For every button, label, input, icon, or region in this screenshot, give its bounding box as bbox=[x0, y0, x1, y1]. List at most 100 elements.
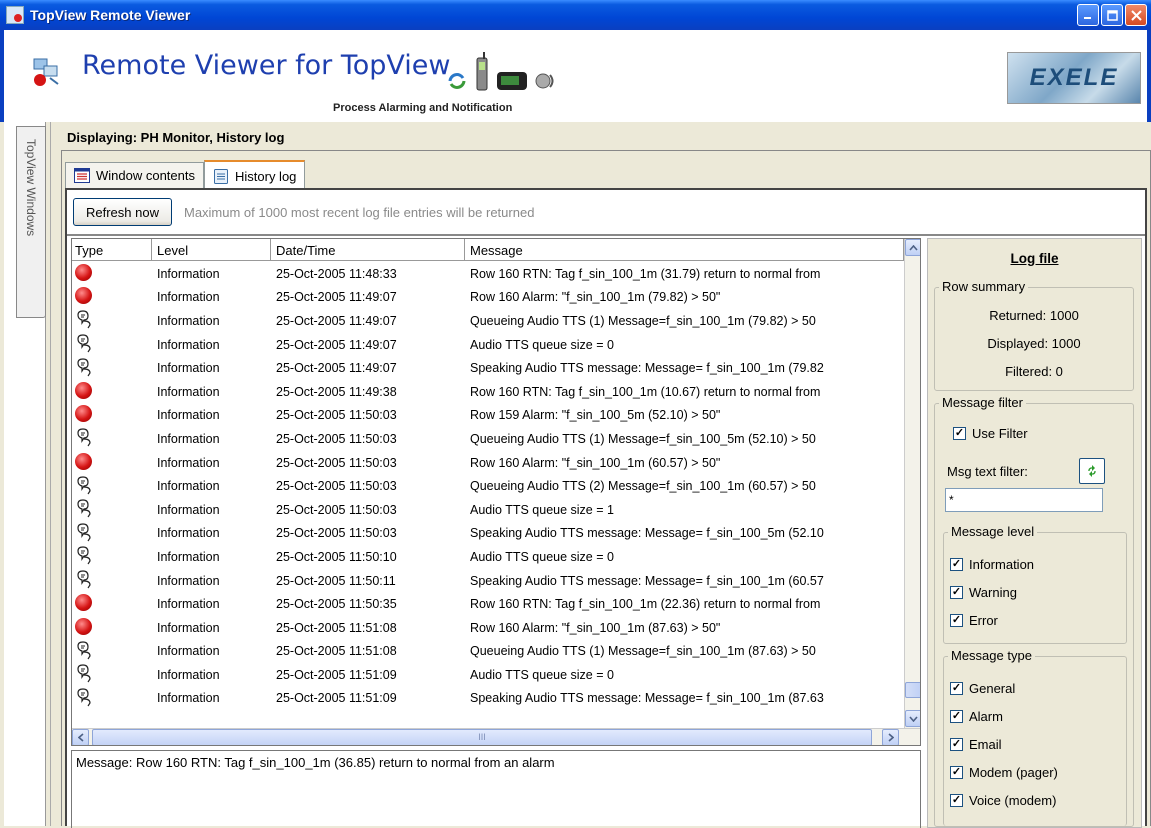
scroll-down-button[interactable] bbox=[905, 710, 920, 727]
chevron-left-icon bbox=[77, 733, 84, 742]
message-cell: Row 160 RTN: Tag f_sin_100_1m (10.67) re… bbox=[470, 384, 821, 399]
type-email-check-icon: ✓ bbox=[950, 738, 963, 751]
message-cell: Row 160 Alarm: "f_sin_100_1m (87.63) > 5… bbox=[470, 620, 721, 635]
table-row[interactable]: Information 25-Oct-2005 11:49:07 Queueing … bbox=[72, 309, 904, 333]
horizontal-scrollbar[interactable]: III bbox=[72, 728, 920, 745]
table-row[interactable]: Information 25-Oct-2005 11:50:03 Queueing … bbox=[72, 427, 904, 451]
apply-filter-button[interactable] bbox=[1079, 458, 1105, 484]
table-row[interactable]: Information 25-Oct-2005 11:50:03 Audio TTS… bbox=[72, 498, 904, 522]
table-row[interactable]: Information 25-Oct-2005 11:51:08 Row 160 A… bbox=[72, 616, 904, 640]
main-area: Displaying: PH Monitor, History log Wind… bbox=[50, 122, 1151, 828]
device-icons bbox=[446, 52, 556, 92]
level-cell: Information bbox=[157, 455, 220, 470]
level-cell: Information bbox=[157, 502, 220, 517]
datetime-cell: 25-Oct-2005 11:51:08 bbox=[276, 620, 397, 635]
type-modem-pager-checkbox[interactable]: ✓ Modem (pager) bbox=[950, 765, 1058, 780]
type-general-checkbox[interactable]: ✓ General bbox=[950, 681, 1015, 696]
type-general-label: General bbox=[969, 681, 1016, 696]
level-warning-check-icon: ✓ bbox=[950, 586, 963, 599]
table-row[interactable]: Information 25-Oct-2005 11:50:10 Audio TTS… bbox=[72, 545, 904, 569]
vertical-scroll-thumb[interactable] bbox=[905, 682, 920, 698]
level-error-checkbox[interactable]: ✓ Error bbox=[950, 613, 998, 628]
log-file-title: Log file bbox=[1010, 251, 1059, 266]
scroll-grip: III bbox=[478, 732, 486, 742]
banner-subtitle: Process Alarming and Notification bbox=[333, 102, 513, 114]
message-level-legend: Message level bbox=[948, 524, 1038, 539]
pager-icon bbox=[497, 72, 527, 90]
table-row[interactable]: Information 25-Oct-2005 11:49:07 Audio TTS… bbox=[72, 333, 904, 357]
type-voice-modem-check-icon: ✓ bbox=[950, 794, 963, 807]
message-cell: Audio TTS queue size = 1 bbox=[470, 502, 614, 517]
voice-message-icon bbox=[77, 310, 91, 329]
returned-count: Returned: 1000 bbox=[989, 308, 1079, 323]
alarm-icon bbox=[75, 617, 92, 635]
max-entries-hint: Maximum of 1000 most recent log file ent… bbox=[183, 204, 535, 220]
column-header-level[interactable]: Level bbox=[152, 239, 271, 261]
scroll-left-button[interactable] bbox=[72, 729, 89, 745]
maximize-button[interactable] bbox=[1101, 4, 1123, 26]
close-button[interactable] bbox=[1125, 4, 1147, 26]
table-row[interactable]: Information 25-Oct-2005 11:51:09 Audio TTS… bbox=[72, 663, 904, 687]
type-alarm-checkbox[interactable]: ✓ Alarm bbox=[950, 709, 1003, 724]
type-cell bbox=[72, 569, 152, 592]
refresh-now-button[interactable]: Refresh now bbox=[73, 198, 172, 226]
table-row[interactable]: Information 25-Oct-2005 11:49:07 Row 160 A… bbox=[72, 286, 904, 310]
table-row[interactable]: Information 25-Oct-2005 11:50:03 Row 159 A… bbox=[72, 404, 904, 428]
datetime-cell: 25-Oct-2005 11:50:03 bbox=[276, 431, 397, 446]
table-row[interactable]: Information 25-Oct-2005 11:49:38 Row 160 R… bbox=[72, 380, 904, 404]
level-cell: Information bbox=[157, 313, 220, 328]
datetime-cell: 25-Oct-2005 11:50:11 bbox=[276, 573, 396, 588]
message-level-group: Message level ✓ Information ✓ Warning ✓ … bbox=[943, 524, 1127, 644]
table-row[interactable]: Information 25-Oct-2005 11:49:07 Speaking … bbox=[72, 356, 904, 380]
message-filter-legend: Message filter bbox=[939, 395, 1026, 410]
message-cell: Row 160 Alarm: "f_sin_100_1m (79.82) > 5… bbox=[470, 290, 721, 305]
column-header-type[interactable]: Type bbox=[72, 239, 152, 261]
type-email-label: Email bbox=[969, 737, 1002, 752]
scroll-up-button[interactable] bbox=[905, 239, 920, 256]
row-summary-legend: Row summary bbox=[939, 279, 1029, 294]
table-row[interactable]: Information 25-Oct-2005 11:50:03 Speaking … bbox=[72, 522, 904, 546]
column-header-datetime[interactable]: Date/Time bbox=[271, 239, 465, 261]
table-row[interactable]: Information 25-Oct-2005 11:48:33 Row 160 R… bbox=[72, 262, 904, 286]
refresh-icon bbox=[1088, 465, 1096, 477]
message-cell: Row 160 RTN: Tag f_sin_100_1m (31.79) re… bbox=[470, 266, 821, 281]
scroll-right-button[interactable] bbox=[882, 729, 899, 745]
use-filter-check-icon: ✓ bbox=[953, 427, 966, 440]
level-information-checkbox[interactable]: ✓ Information bbox=[950, 557, 1034, 572]
use-filter-checkbox[interactable]: ✓ Use Filter bbox=[953, 426, 1028, 441]
type-cell bbox=[72, 522, 152, 545]
datetime-cell: 25-Oct-2005 11:49:07 bbox=[276, 361, 397, 376]
voice-message-icon bbox=[77, 334, 91, 353]
voice-message-icon bbox=[77, 476, 91, 494]
type-email-checkbox[interactable]: ✓ Email bbox=[950, 737, 1002, 752]
message-cell: Row 160 RTN: Tag f_sin_100_1m (22.36) re… bbox=[470, 597, 821, 612]
table-row[interactable]: Information 25-Oct-2005 11:51:09 Speaking … bbox=[72, 687, 904, 711]
msg-text-filter-input[interactable] bbox=[945, 488, 1103, 512]
voice-message-icon bbox=[77, 523, 91, 542]
type-cell bbox=[72, 452, 152, 473]
vertical-scrollbar[interactable] bbox=[904, 239, 920, 728]
level-warning-checkbox[interactable]: ✓ Warning bbox=[950, 585, 1017, 600]
datetime-cell: 25-Oct-2005 11:49:07 bbox=[276, 313, 397, 328]
type-general-check-icon: ✓ bbox=[950, 682, 963, 695]
table-row[interactable]: Information 25-Oct-2005 11:50:03 Queueing … bbox=[72, 474, 904, 498]
type-cell bbox=[72, 545, 152, 568]
banner-headline: Remote Viewer for TopView bbox=[82, 50, 451, 81]
tab-history-log[interactable]: History log bbox=[204, 160, 306, 190]
table-row[interactable]: Information 25-Oct-2005 11:51:08 Queueing … bbox=[72, 640, 904, 664]
exele-logo: EXELE bbox=[1007, 52, 1141, 104]
voice-message-icon bbox=[77, 641, 91, 660]
topview-windows-tab[interactable]: TopView Windows bbox=[16, 126, 46, 318]
table-row[interactable]: Information 25-Oct-2005 11:50:03 Row 160 A… bbox=[72, 451, 904, 475]
table-row[interactable]: Information 25-Oct-2005 11:50:11 Speaking … bbox=[72, 569, 904, 593]
message-detail: Message: Row 160 RTN: Tag f_sin_100_1m (… bbox=[71, 750, 921, 828]
type-voice-modem-checkbox[interactable]: ✓ Voice (modem) bbox=[950, 793, 1056, 808]
tab-window-contents[interactable]: Window contents bbox=[65, 162, 204, 188]
close-icon bbox=[1130, 9, 1142, 21]
displaying-label: Displaying: PH Monitor, History log bbox=[67, 130, 285, 145]
horizontal-scroll-thumb[interactable]: III bbox=[92, 729, 872, 745]
column-header-message[interactable]: Message bbox=[465, 239, 904, 261]
minimize-button[interactable] bbox=[1077, 4, 1099, 26]
table-row[interactable]: Information 25-Oct-2005 11:50:35 Row 160 R… bbox=[72, 592, 904, 616]
voice-message-icon bbox=[77, 664, 91, 683]
